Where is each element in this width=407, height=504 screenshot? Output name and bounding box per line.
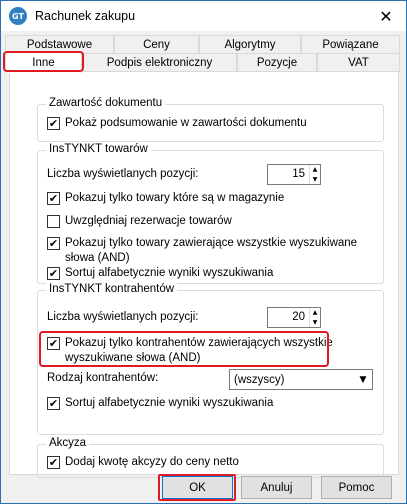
group-zawartosc-dokumentu: Zawartość dokumentu ✔ Pokaż podsumowanie… <box>37 97 384 142</box>
spinner-value[interactable]: 20 <box>268 308 309 327</box>
checkbox-row-towary-and[interactable]: ✔ Pokazuj tylko towary zawierające wszys… <box>47 236 357 266</box>
cancel-button[interactable]: Anuluj <box>241 476 312 499</box>
check-icon: ✔ <box>48 117 59 130</box>
rodzaj-kontrahentow-select[interactable]: (wszyscy) ▼ <box>229 369 373 390</box>
close-icon: ✕ <box>379 6 393 26</box>
checkbox[interactable]: ✔ <box>47 267 60 280</box>
tab-podpis-elektroniczny[interactable]: Podpis elektroniczny <box>82 53 237 72</box>
dialog-client-area: Podstawowe Ceny Algorytmy Powiązane Inne… <box>1 31 406 503</box>
checkbox-row-sortuj-kontrahenci[interactable]: ✔ Sortuj alfabetycznie wyniki wyszukiwan… <box>47 396 273 411</box>
spin-down-icon[interactable]: ▼ <box>310 175 320 185</box>
tab-powiazane[interactable]: Powiązane <box>301 35 400 54</box>
spinner-value[interactable]: 15 <box>268 165 309 184</box>
checkbox[interactable]: ✔ <box>47 237 60 250</box>
ok-button[interactable]: OK <box>162 476 233 499</box>
tab-pozycje[interactable]: Pozycje <box>237 53 317 72</box>
select-value: (wszyscy) <box>234 373 285 386</box>
tab-pane-inne: Zawartość dokumentu ✔ Pokaż podsumowanie… <box>9 71 399 478</box>
spin-up-icon[interactable]: ▲ <box>310 308 320 318</box>
chevron-down-icon[interactable]: ▼ <box>354 375 372 385</box>
group-title: Akcyza <box>46 437 90 449</box>
rodzaj-kontrahentow-label: Rodzaj kontrahentów: <box>47 372 159 384</box>
group-instynkt-kontrahentow: InsTYNKT kontrahentów Liczba wyświetlany… <box>37 283 384 435</box>
group-akcyza: Akcyza ✔ Dodaj kwotę akcyzy do ceny nett… <box>37 437 384 478</box>
checkbox[interactable] <box>47 215 60 228</box>
group-title: InsTYNKT kontrahentów <box>46 283 178 295</box>
checkbox[interactable]: ✔ <box>47 456 60 469</box>
help-button[interactable]: Pomoc <box>321 476 392 499</box>
tab-ceny[interactable]: Ceny <box>114 35 199 54</box>
group-title: InsTYNKT towarów <box>46 143 151 155</box>
checkbox[interactable]: ✔ <box>47 117 60 130</box>
checkbox-row-akcyza[interactable]: ✔ Dodaj kwotę akcyzy do ceny netto <box>47 455 239 470</box>
tab-algorytmy[interactable]: Algorytmy <box>199 35 301 54</box>
kontrahenci-count-spinner[interactable]: 20 ▲ ▼ <box>267 307 321 328</box>
kontrahenci-and-highlight <box>39 331 329 367</box>
checkbox-row-pokaz-podsumowanie[interactable]: ✔ Pokaż podsumowanie w zawartości dokume… <box>47 116 307 131</box>
check-icon: ✔ <box>48 237 59 250</box>
kontrahenci-count-label: Liczba wyświetlanych pozycji: <box>47 311 199 323</box>
window-title: Rachunek zakupu <box>35 9 136 23</box>
group-instynkt-towarow: InsTYNKT towarów Liczba wyświetlanych po… <box>37 143 384 284</box>
tab-inne-highlight <box>3 51 84 72</box>
check-icon: ✔ <box>48 456 59 469</box>
group-title: Zawartość dokumentu <box>46 97 166 109</box>
spin-down-icon[interactable]: ▼ <box>310 318 320 328</box>
checkbox[interactable]: ✔ <box>47 192 60 205</box>
checkbox-row-sortuj-towary[interactable]: ✔ Sortuj alfabetycznie wyniki wyszukiwan… <box>47 266 273 281</box>
check-icon: ✔ <box>48 192 59 205</box>
spin-up-icon[interactable]: ▲ <box>310 165 320 175</box>
check-icon: ✔ <box>48 267 59 280</box>
checkbox-row-rezerwacje[interactable]: Uwzględniaj rezerwacje towarów <box>47 214 232 229</box>
app-logo-icon: GT <box>9 7 27 25</box>
title-bar: GT Rachunek zakupu ✕ <box>1 1 406 31</box>
checkbox[interactable]: ✔ <box>47 397 60 410</box>
towary-count-spinner[interactable]: 15 ▲ ▼ <box>267 164 321 185</box>
close-button[interactable]: ✕ <box>366 1 406 31</box>
check-icon: ✔ <box>48 397 59 410</box>
tab-vat[interactable]: VAT <box>317 53 400 72</box>
checkbox-row-tylko-w-magazynie[interactable]: ✔ Pokazuj tylko towary które są w magazy… <box>47 191 284 206</box>
dialog-window: GT Rachunek zakupu ✕ Podstawowe Ceny Alg… <box>0 0 407 504</box>
towary-count-label: Liczba wyświetlanych pozycji: <box>47 168 199 180</box>
